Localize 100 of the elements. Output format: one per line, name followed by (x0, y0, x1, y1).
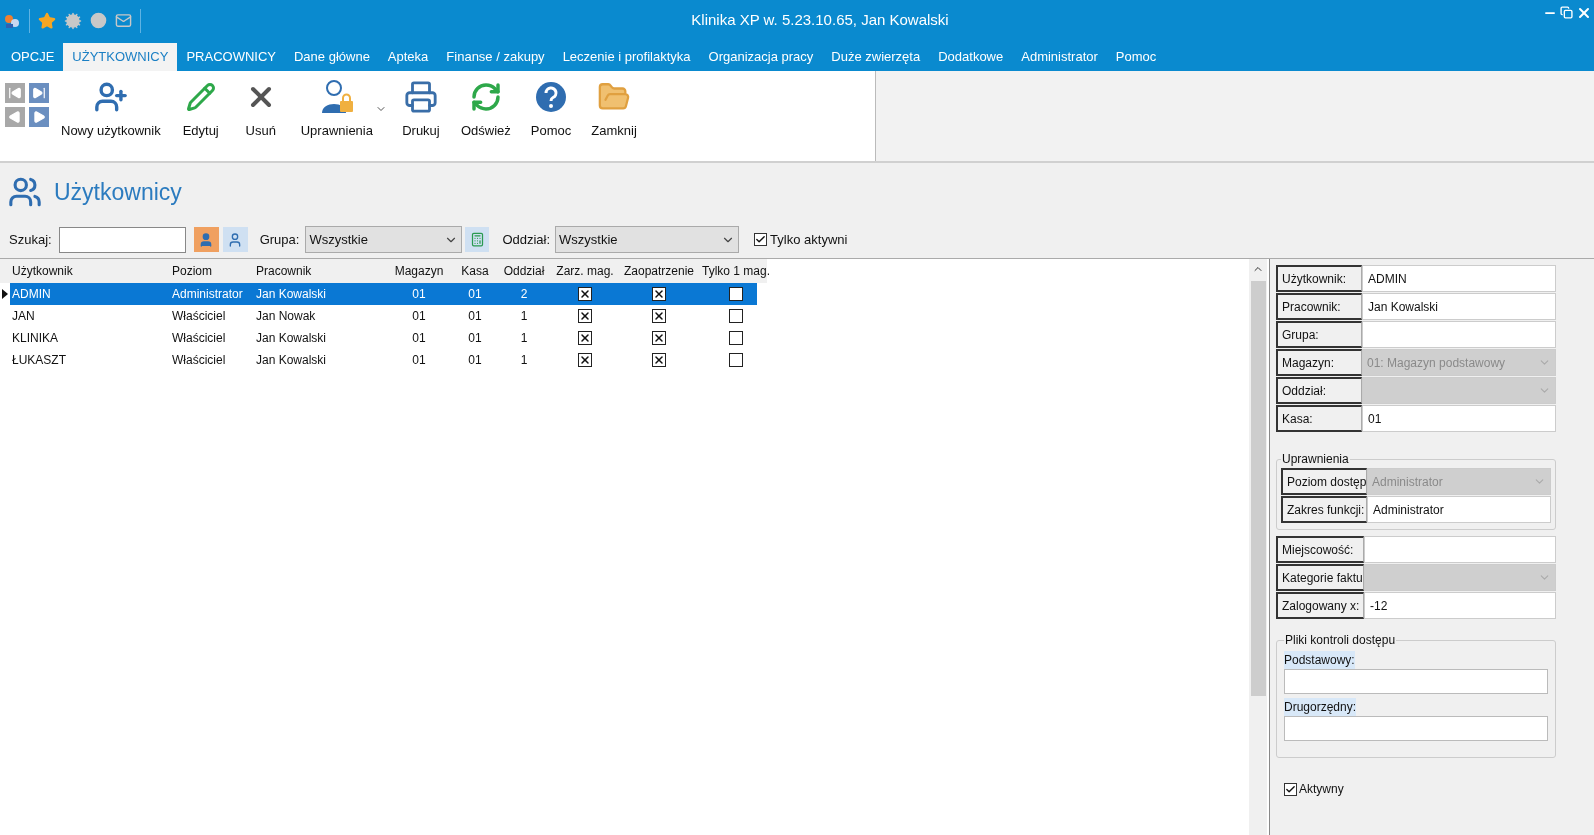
text-field[interactable]: 01 (1362, 405, 1556, 432)
text-field[interactable] (1284, 669, 1548, 694)
person-filter-button[interactable] (193, 227, 219, 252)
gear-icon[interactable] (64, 11, 82, 30)
menu-tab[interactable]: Apteka (378, 43, 438, 71)
toolbar-button[interactable]: Odśwież (454, 79, 517, 141)
table-checkbox[interactable] (578, 287, 592, 301)
table-row[interactable]: ADMIN Administrator Jan Kowalski 01 01 2 (10, 283, 757, 305)
branch-dropdown[interactable]: Wszystkie (555, 226, 740, 253)
text-field[interactable] (1364, 536, 1556, 563)
column-header[interactable]: Poziom (170, 262, 254, 280)
search-field[interactable] (58, 226, 186, 253)
person-outline-button[interactable] (222, 227, 248, 252)
text-field[interactable]: Jan Kowalski (1362, 293, 1556, 320)
table-row[interactable]: ŁUKASZT Właściciel Jan Kowalski 01 01 1 (10, 349, 757, 371)
column-header[interactable]: Użytkownik (10, 262, 170, 280)
column-header[interactable]: Zarz. mag. (550, 262, 620, 280)
toolbar-button[interactable]: Drukuj (394, 79, 447, 141)
last-record-icon[interactable] (29, 83, 49, 103)
field-label: Podstawowy: (1284, 651, 1355, 669)
table-cell-text: 01 (411, 308, 427, 325)
field-label: Poziom dostęp (1281, 468, 1367, 495)
column-header[interactable]: Pracownik (254, 262, 386, 280)
circle-icon[interactable] (90, 12, 107, 29)
refresh-icon (469, 81, 502, 113)
table-cell-text: 01 (411, 330, 427, 347)
table-checkbox[interactable] (729, 331, 743, 345)
vertical-scrollbar[interactable] (1249, 259, 1267, 835)
next-record-icon[interactable] (29, 107, 49, 127)
active-checkbox[interactable] (1284, 782, 1297, 796)
table-checkbox[interactable] (652, 287, 666, 301)
menu-tab[interactable]: Administrator (1012, 43, 1107, 71)
menu-tab[interactable]: PRACOWNICY (177, 43, 285, 71)
table-cell-text: 01 (467, 330, 483, 347)
menu-tab[interactable]: Duże zwierzęta (822, 43, 930, 71)
calculator-button[interactable] (465, 227, 490, 252)
group-dropdown[interactable]: Wszystkie (305, 226, 463, 253)
table-cell-text: 01 (467, 352, 483, 369)
previous-record-icon[interactable] (5, 107, 25, 127)
table-checkbox[interactable] (652, 331, 666, 345)
text-field[interactable]: -12 (1364, 592, 1556, 619)
column-header[interactable]: Tylko 1 mag. (698, 262, 774, 280)
menu-tab[interactable]: Dane główne (284, 43, 379, 71)
toolbar-button[interactable]: Uprawnienia (294, 79, 379, 141)
current-row-icon (2, 289, 8, 299)
table-checkbox[interactable] (578, 331, 592, 345)
field-label: Grupa: (1276, 321, 1362, 348)
field-label: Kategorie faktu (1276, 564, 1364, 591)
calculator-icon (469, 232, 485, 247)
group-title: Uprawnienia (1281, 451, 1350, 468)
active-only-checkbox[interactable] (754, 233, 768, 246)
menu-tab[interactable]: UŻYTKOWNICY (63, 43, 178, 71)
menu-tab[interactable]: Pomoc (1106, 43, 1166, 71)
text-field[interactable]: ADMIN (1362, 265, 1556, 292)
help-icon (535, 81, 568, 113)
table-checkbox[interactable] (578, 353, 592, 367)
table-cell-text: KLINIKA (11, 330, 60, 347)
field-label: Zakres funkcji: (1281, 496, 1367, 523)
table-checkbox[interactable] (729, 287, 743, 301)
menu-tab[interactable]: OPCJE (2, 43, 64, 71)
restore-icon[interactable] (1560, 6, 1573, 19)
star-icon[interactable] (38, 11, 56, 30)
text-field[interactable] (1362, 321, 1556, 348)
search-label: Szukaj: (9, 230, 52, 249)
users-list-icon (8, 175, 42, 209)
toolbar-button[interactable]: Pomoc (524, 79, 578, 141)
table-checkbox[interactable] (578, 309, 592, 323)
table-checkbox[interactable] (729, 309, 743, 323)
toolbar-button[interactable]: Zamknij (585, 79, 643, 141)
table-checkbox[interactable] (652, 309, 666, 323)
menu-tab[interactable]: Leczenie i profilaktyka (553, 43, 700, 71)
table-cell-text: Jan Kowalski (255, 352, 328, 369)
table-checkbox[interactable] (729, 353, 743, 367)
menu-tab[interactable]: Organizacja pracy (699, 43, 823, 71)
menu-tab[interactable]: Finanse / zakupy (437, 43, 554, 71)
table-cell-text: 01 (467, 308, 483, 325)
toolbar-button[interactable]: Nowy użytkownik (55, 79, 167, 141)
table-checkbox[interactable] (652, 353, 666, 367)
table-row[interactable]: JAN Właściciel Jan Nowak 01 01 1 (10, 305, 757, 327)
toolbar-button[interactable]: Usuń (234, 79, 287, 141)
column-header[interactable]: Magazyn (386, 262, 452, 280)
menu-tab[interactable]: Dodatkowe (929, 43, 1013, 71)
column-header[interactable]: Kasa (452, 262, 498, 280)
user-plus-icon (93, 80, 128, 114)
text-field[interactable]: Administrator (1367, 496, 1551, 523)
column-header[interactable]: Oddział (498, 262, 550, 280)
envelope-icon[interactable] (115, 12, 132, 29)
field-label: Oddział: (1276, 377, 1362, 404)
table-cell-text: JAN (11, 308, 36, 325)
text-field[interactable] (1284, 716, 1548, 741)
field-label: Miejscowość: (1276, 536, 1364, 563)
field-label: Zalogowany x: (1276, 592, 1364, 619)
table-cell-text: Właściciel (171, 352, 227, 369)
table-cell-text: ŁUKASZT (11, 352, 67, 369)
toolbar-button[interactable]: Edytuj (174, 79, 227, 141)
first-record-icon[interactable] (5, 83, 25, 103)
group-title: Pliki kontroli dostępu (1284, 632, 1397, 649)
table-cell-text: Jan Kowalski (255, 330, 328, 347)
table-row[interactable]: KLINIKA Właściciel Jan Kowalski 01 01 1 (10, 327, 757, 349)
column-header[interactable]: Zaopatrzenie (620, 262, 698, 280)
